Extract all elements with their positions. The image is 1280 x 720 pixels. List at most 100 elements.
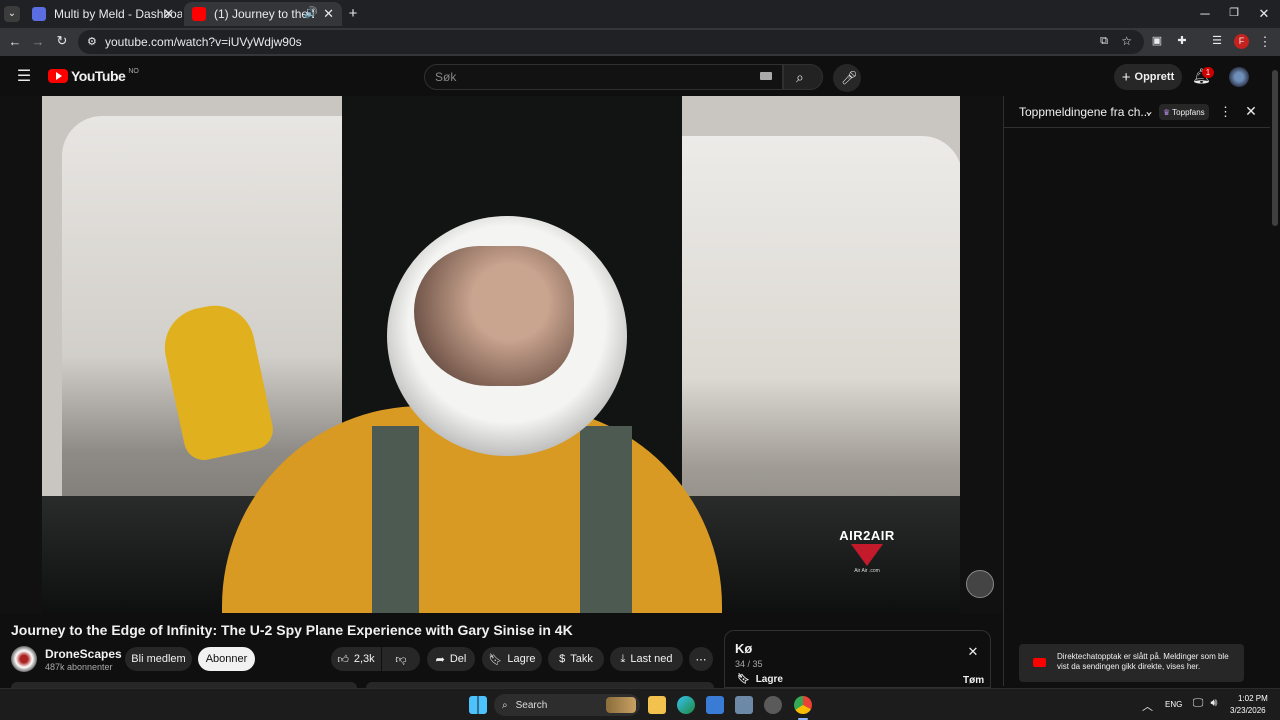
- plus-icon: +: [1121, 68, 1131, 86]
- network-icon[interactable]: 🖵︎: [1192, 697, 1204, 710]
- dislike-button[interactable]: 👎︎: [382, 647, 420, 671]
- store-app-icon[interactable]: [706, 696, 724, 714]
- back-icon[interactable]: ←: [8, 34, 22, 49]
- watermark-text: AIR2AIR: [839, 528, 895, 543]
- app-icon-teams[interactable]: [735, 696, 753, 714]
- chevron-up-icon[interactable]: ︿: [1142, 698, 1153, 714]
- voice-search-button[interactable]: 🎤︎: [833, 64, 861, 92]
- edge-browser-icon[interactable]: [677, 696, 695, 714]
- windows-start-icon[interactable]: [469, 696, 487, 714]
- close-icon[interactable]: ✕: [323, 6, 334, 22]
- like-button[interactable]: 👍︎ 2,3k: [331, 647, 381, 671]
- extension-icon[interactable]: ▣: [1150, 34, 1164, 47]
- queue-save-button[interactable]: 🔖︎ Lagre: [737, 674, 783, 685]
- meld-favicon-icon: [32, 7, 46, 21]
- youtube-notice-icon: [1033, 658, 1046, 667]
- forward-icon[interactable]: →: [31, 34, 45, 49]
- thanks-icon: $: [559, 653, 566, 665]
- profile-avatar[interactable]: F: [1234, 34, 1249, 49]
- download-icon: ⤓: [620, 652, 626, 665]
- close-icon[interactable]: ✕: [1244, 103, 1258, 120]
- minimize-icon[interactable]: ─: [1198, 6, 1212, 21]
- live-chat-panel: Toppmeldingene fra ch... ⌄ ♛ Toppfans ⋮ …: [1003, 96, 1270, 686]
- queue-save-label: Lagre: [755, 674, 783, 685]
- hamburger-menu-icon[interactable]: ☰: [15, 66, 33, 86]
- watermark-logo-icon: [851, 544, 883, 566]
- download-button[interactable]: ⤓ Last ned: [610, 647, 683, 671]
- tab-meld-dashboard[interactable]: Multi by Meld - Dashboard. ✕: [24, 2, 182, 26]
- chat-header: Toppmeldingene fra ch... ⌄ ♛ Toppfans ⋮ …: [1004, 96, 1270, 128]
- microphone-icon: 🎤︎: [841, 70, 858, 85]
- keyboard-icon[interactable]: [760, 72, 772, 80]
- tab-search-button[interactable]: ⌄: [4, 6, 20, 22]
- bookmark-icon: 🔖︎: [737, 674, 750, 685]
- queue-clear-button[interactable]: Tøm: [963, 675, 984, 686]
- like-count: 2,3k: [353, 653, 375, 665]
- thanks-label: Takk: [570, 653, 593, 665]
- helmet-visor: [414, 246, 574, 386]
- language-indicator[interactable]: ENG: [1165, 700, 1182, 709]
- browser-toolbar: ← → ↻ ⚙ youtube.com/watch?v=iUVyWdjw90s …: [0, 28, 1280, 56]
- youtube-header: ☰ YouTube NO Søk ⌕ + Opprett 🔔︎ 1: [0, 56, 1280, 96]
- speaker-icon[interactable]: 🔊: [304, 6, 318, 19]
- restore-icon[interactable]: ❐: [1227, 6, 1241, 19]
- save-button[interactable]: 🔖︎ Lagre: [482, 647, 542, 671]
- address-bar[interactable]: ⚙ youtube.com/watch?v=iUVyWdjw90s ⧉ ☆: [78, 30, 1144, 54]
- chevron-down-icon[interactable]: ⌄: [1144, 104, 1154, 118]
- channel-avatar[interactable]: [11, 646, 37, 672]
- extensions-puzzle-icon[interactable]: ✚: [1175, 34, 1189, 47]
- page-scrollbar[interactable]: [1272, 70, 1278, 226]
- create-button[interactable]: + Opprett: [1114, 64, 1182, 90]
- close-icon[interactable]: ✕: [966, 644, 980, 660]
- window-close-icon[interactable]: ✕: [1257, 6, 1271, 22]
- crown-icon: ♛: [1163, 107, 1171, 117]
- site-info-icon[interactable]: ⚙: [87, 35, 97, 48]
- search-icon: ⌕: [502, 699, 508, 711]
- video-watermark: AIR2AIR Air Air .com: [822, 528, 912, 574]
- youtube-logo-text: YouTube: [71, 68, 126, 84]
- clock-date[interactable]: 3/23/2026: [1230, 706, 1266, 715]
- share-icon: ➦: [435, 653, 445, 666]
- video-frame[interactable]: AIR2AIR Air Air .com: [42, 96, 960, 613]
- clock-time[interactable]: 1:02 PM: [1238, 694, 1268, 703]
- browser-menu-icon[interactable]: ⋮: [1258, 34, 1272, 50]
- channel-watermark-icon[interactable]: [966, 570, 994, 598]
- share-button[interactable]: ➦ Del: [427, 647, 475, 671]
- share-label: Del: [449, 653, 467, 665]
- join-button[interactable]: Bli medlem: [125, 647, 192, 671]
- tab-youtube-video[interactable]: (1) Journey to the Edge of I 🔊 ✕: [184, 2, 342, 26]
- top-fans-label: Toppfans: [1172, 107, 1205, 117]
- bookmark-star-icon[interactable]: ☆: [1121, 34, 1132, 48]
- reload-icon[interactable]: ↻: [55, 33, 69, 49]
- chat-mode-dropdown[interactable]: Toppmeldingene fra ch...: [1019, 105, 1150, 119]
- youtube-favicon-icon: [192, 7, 206, 21]
- app-icon-steam[interactable]: [764, 696, 782, 714]
- search-button[interactable]: ⌕: [783, 64, 823, 90]
- account-avatar[interactable]: [1229, 67, 1249, 87]
- subscribe-button[interactable]: Abonner: [198, 647, 255, 671]
- bookmark-icon: 🔖︎: [488, 653, 503, 666]
- taskbar-search-input[interactable]: ⌕ Search: [494, 694, 640, 716]
- more-options-icon[interactable]: ⋮: [1219, 104, 1232, 120]
- subscribe-label: Abonner: [205, 653, 248, 665]
- youtube-logo[interactable]: YouTube NO: [48, 68, 139, 84]
- search-input[interactable]: Søk: [424, 64, 783, 90]
- subscriber-count: 487k abonnenter: [45, 662, 113, 672]
- volume-icon[interactable]: 🔊︎: [1208, 697, 1220, 710]
- thumbs-down-icon: 👎︎: [395, 653, 407, 666]
- reading-list-icon[interactable]: ☰: [1210, 34, 1224, 47]
- close-icon[interactable]: ✕: [163, 6, 174, 22]
- install-app-icon[interactable]: ⧉: [1100, 35, 1108, 48]
- save-label: Lagre: [507, 653, 536, 665]
- more-actions-button[interactable]: ⋯: [689, 647, 713, 671]
- queue-panel: Kø 34 / 35 ✕ 🔖︎ Lagre Tøm: [724, 630, 991, 688]
- channel-name[interactable]: DroneScapes: [45, 647, 122, 661]
- top-fans-badge[interactable]: ♛ Toppfans: [1159, 104, 1209, 120]
- chat-notice-text: Direktechatopptak er slått på. Meldinger…: [1057, 652, 1229, 671]
- chrome-browser-icon[interactable]: [794, 696, 812, 714]
- thanks-button[interactable]: $ Takk: [548, 647, 604, 671]
- new-tab-button[interactable]: +: [346, 5, 360, 22]
- more-horizontal-icon: ⋯: [695, 653, 707, 666]
- video-player[interactable]: AIR2AIR Air Air .com: [0, 96, 1002, 613]
- file-explorer-icon[interactable]: [648, 696, 666, 714]
